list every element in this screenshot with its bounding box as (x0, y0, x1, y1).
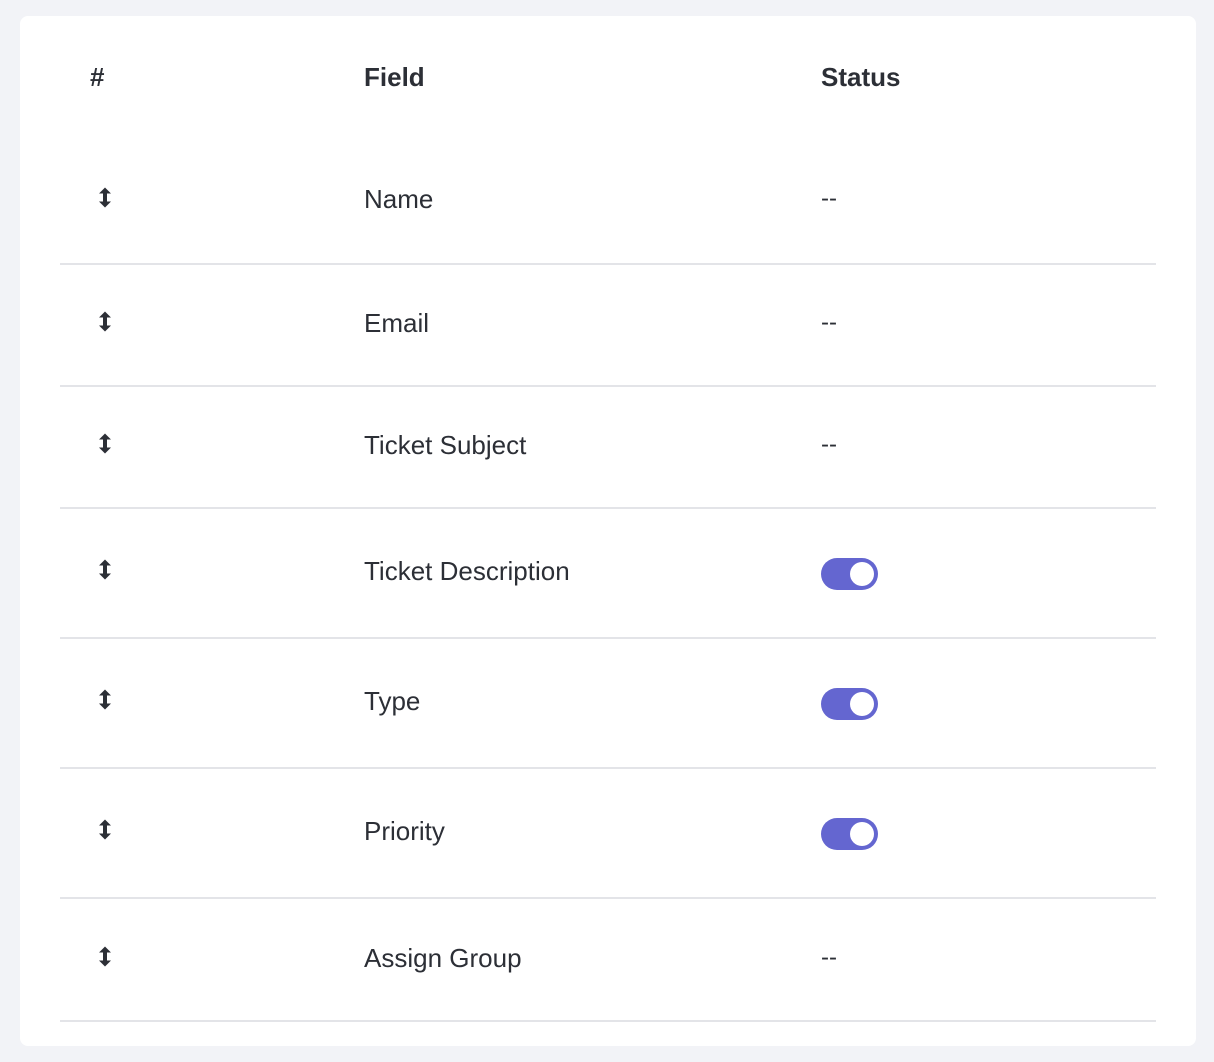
toggle-knob (850, 562, 874, 586)
drag-handle-icon[interactable] (98, 311, 116, 336)
status-toggle[interactable] (821, 818, 878, 850)
header-field: Field (364, 62, 425, 92)
status-toggle[interactable] (821, 688, 878, 720)
toggle-knob (850, 692, 874, 716)
drag-handle-icon[interactable] (98, 946, 116, 970)
field-name: Type (364, 686, 421, 716)
status-empty: -- (821, 943, 837, 971)
status-cell (821, 816, 878, 850)
header-status: Status (821, 62, 901, 92)
table-row: Name -- (60, 139, 1156, 265)
drag-handle-icon[interactable] (98, 187, 116, 212)
drag-handle[interactable] (98, 689, 116, 714)
drag-handle[interactable] (98, 946, 116, 970)
drag-handle-icon[interactable] (98, 559, 116, 584)
table-row: Ticket Subject -- (60, 387, 1156, 509)
drag-handle[interactable] (98, 311, 116, 336)
table-row: Assign Group -- (60, 899, 1156, 1022)
drag-handle[interactable] (98, 187, 116, 212)
field-name: Assign Group (364, 942, 522, 973)
drag-handle-icon[interactable] (98, 433, 116, 458)
status-empty: -- (821, 185, 837, 212)
drag-handle[interactable] (98, 559, 116, 584)
table-row: Email -- (60, 265, 1156, 387)
field-name: Ticket Subject (364, 430, 527, 460)
status-empty: -- (821, 431, 837, 458)
table-row: Ticket Description (60, 509, 1156, 639)
table-row: Priority (60, 769, 1156, 899)
field-name: Priority (364, 816, 445, 846)
header-hash: # (90, 62, 105, 92)
drag-handle-icon[interactable] (98, 819, 116, 844)
toggle-knob (850, 822, 874, 846)
drag-handle[interactable] (98, 819, 116, 844)
status-empty: -- (821, 309, 837, 336)
drag-handle-icon[interactable] (98, 689, 116, 714)
status-cell (821, 686, 878, 720)
drag-handle[interactable] (98, 433, 116, 458)
table-header: # Field Status (60, 16, 1156, 139)
field-name: Ticket Description (364, 556, 570, 586)
status-cell (821, 556, 878, 590)
table-row: Type (60, 639, 1156, 769)
fields-table: # Field Status Name -- Email -- Ticket S… (60, 16, 1156, 1022)
fields-card: # Field Status Name -- Email -- Ticket S… (20, 16, 1196, 1046)
field-name: Name (364, 184, 434, 214)
field-name: Email (364, 308, 430, 338)
status-toggle[interactable] (821, 558, 878, 590)
